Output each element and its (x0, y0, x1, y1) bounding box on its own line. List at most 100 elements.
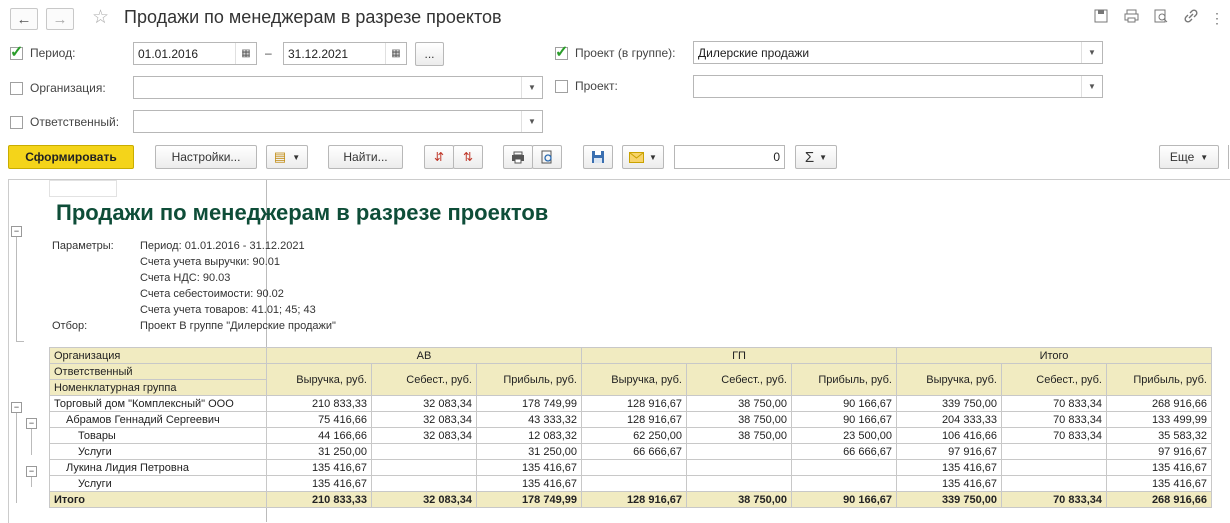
value-cell[interactable]: 43 333,32 (476, 411, 582, 428)
value-cell[interactable]: 90 166,67 (791, 411, 897, 428)
value-cell[interactable]: 135 416,67 (266, 459, 372, 476)
period-select-button[interactable]: ... (415, 42, 444, 66)
value-cell[interactable] (1001, 459, 1107, 476)
responsible-checkbox[interactable] (10, 116, 23, 129)
collapse-org-toggle[interactable]: − (11, 402, 22, 413)
calendar-icon[interactable]: ▦ (235, 43, 256, 64)
value-cell[interactable]: 75 416,66 (266, 411, 372, 428)
value-cell[interactable]: 66 666,67 (791, 443, 897, 460)
total-value-cell[interactable]: 38 750,00 (686, 491, 792, 508)
row-group[interactable]: Услуги 135 416,67 135 416,67 135 416,67 135 … (49, 475, 1212, 492)
settings-button[interactable]: Настройки... (155, 145, 257, 169)
value-cell[interactable]: 135 416,67 (266, 475, 372, 492)
project-group-field[interactable]: Дилерские продажи ▼ (693, 41, 1103, 64)
total-value-cell[interactable]: 70 833,34 (1001, 491, 1107, 508)
value-cell[interactable]: 178 749,99 (476, 395, 582, 412)
row-manager[interactable]: Лукина Лидия Петровна 135 416,67 135 416,6… (49, 459, 1212, 476)
total-value-cell[interactable]: 268 916,66 (1106, 491, 1212, 508)
value-cell[interactable]: 38 750,00 (686, 395, 792, 412)
send-email-button[interactable]: ▼ (622, 145, 664, 169)
value-cell[interactable]: 38 750,00 (686, 411, 792, 428)
organization-checkbox[interactable] (10, 82, 23, 95)
value-cell[interactable]: 128 916,67 (581, 411, 687, 428)
chevron-down-icon[interactable]: ▼ (521, 77, 542, 98)
favorite-star-icon[interactable]: ☆ (92, 6, 109, 29)
value-cell[interactable]: 106 416,66 (896, 427, 1002, 444)
more-button[interactable]: Еще ▼ (1159, 145, 1219, 169)
period-checkbox[interactable]: ✓ (10, 44, 23, 61)
row-label[interactable]: Торговый дом "Комплексный" ООО (49, 395, 267, 412)
expand-groups-button[interactable]: ⇵ (424, 145, 454, 169)
value-cell[interactable]: 66 666,67 (581, 443, 687, 460)
sum-mode-button[interactable]: Σ ▼ (795, 145, 837, 169)
collapse-header-toggle[interactable]: − (11, 226, 22, 237)
chevron-down-icon[interactable]: ▼ (1081, 42, 1102, 63)
save-button[interactable] (583, 145, 613, 169)
row-group[interactable]: Товары 44 166,66 32 083,34 12 083,32 62 250,… (49, 427, 1212, 444)
value-cell[interactable]: 268 916,66 (1106, 395, 1212, 412)
value-cell[interactable] (686, 459, 792, 476)
responsible-field[interactable]: ▼ (133, 110, 543, 133)
value-cell[interactable]: 23 500,00 (791, 427, 897, 444)
link-icon[interactable] (1182, 9, 1200, 27)
row-label[interactable]: Услуги (49, 443, 267, 460)
more-menu-icon[interactable]: ⋮ (1208, 9, 1226, 27)
preview-button[interactable] (532, 145, 562, 169)
value-cell[interactable] (581, 459, 687, 476)
value-cell[interactable]: 135 416,67 (476, 459, 582, 476)
save-icon[interactable] (1092, 9, 1110, 27)
print-button[interactable] (503, 145, 533, 169)
value-cell[interactable]: 135 416,67 (1106, 459, 1212, 476)
value-cell[interactable]: 31 250,00 (266, 443, 372, 460)
value-cell[interactable]: 32 083,34 (371, 427, 477, 444)
value-cell[interactable] (371, 475, 477, 492)
value-cell[interactable]: 339 750,00 (896, 395, 1002, 412)
value-cell[interactable]: 32 083,34 (371, 395, 477, 412)
value-cell[interactable]: 70 833,34 (1001, 411, 1107, 428)
value-cell[interactable] (1001, 443, 1107, 460)
row-label[interactable]: Товары (49, 427, 267, 444)
value-cell[interactable]: 35 583,32 (1106, 427, 1212, 444)
organization-field[interactable]: ▼ (133, 76, 543, 99)
value-cell[interactable]: 97 916,67 (1106, 443, 1212, 460)
value-cell[interactable]: 97 916,67 (896, 443, 1002, 460)
period-from-field[interactable]: 01.01.2016 ▦ (133, 42, 257, 65)
project-group-checkbox[interactable]: ✓ (555, 44, 568, 61)
value-cell[interactable]: 135 416,67 (1106, 475, 1212, 492)
row-label[interactable]: Лукина Лидия Петровна (49, 459, 267, 476)
total-value-cell[interactable]: 32 083,34 (371, 491, 477, 508)
calendar-icon[interactable]: ▦ (385, 43, 406, 64)
value-cell[interactable] (1001, 475, 1107, 492)
value-cell[interactable]: 70 833,34 (1001, 427, 1107, 444)
value-cell[interactable]: 135 416,67 (896, 459, 1002, 476)
value-cell[interactable]: 32 083,34 (371, 411, 477, 428)
row-label[interactable]: Услуги (49, 475, 267, 492)
chevron-down-icon[interactable]: ▼ (521, 111, 542, 132)
project-checkbox[interactable] (555, 80, 568, 93)
variants-button[interactable]: ▤ ▼ (266, 145, 308, 169)
value-cell[interactable]: 44 166,66 (266, 427, 372, 444)
value-cell[interactable]: 70 833,34 (1001, 395, 1107, 412)
row-total[interactable]: Итого 210 833,33 32 083,34 178 749,99 128 91… (49, 491, 1212, 508)
value-cell[interactable] (791, 475, 897, 492)
row-organization[interactable]: Торговый дом "Комплексный" ООО 210 833,33… (49, 395, 1212, 412)
value-cell[interactable]: 31 250,00 (476, 443, 582, 460)
period-to-field[interactable]: 31.12.2021 ▦ (283, 42, 407, 65)
generate-button[interactable]: Сформировать (8, 145, 134, 169)
value-cell[interactable] (581, 475, 687, 492)
collapse-abramov-toggle[interactable]: − (26, 418, 37, 429)
value-cell[interactable]: 210 833,33 (266, 395, 372, 412)
collapse-lukina-toggle[interactable]: − (26, 466, 37, 477)
print-icon[interactable] (1122, 9, 1140, 27)
back-button[interactable]: ← (10, 8, 38, 30)
value-cell[interactable] (371, 459, 477, 476)
value-cell[interactable] (686, 443, 792, 460)
row-label[interactable]: Абрамов Геннадий Сергеевич (49, 411, 267, 428)
total-value-cell[interactable]: 90 166,67 (791, 491, 897, 508)
preview-icon[interactable] (1152, 9, 1170, 27)
value-cell[interactable]: 204 333,33 (896, 411, 1002, 428)
total-value-cell[interactable]: 210 833,33 (266, 491, 372, 508)
value-cell[interactable]: 128 916,67 (581, 395, 687, 412)
project-field[interactable]: ▼ (693, 75, 1103, 98)
chevron-down-icon[interactable]: ▼ (1081, 76, 1102, 97)
